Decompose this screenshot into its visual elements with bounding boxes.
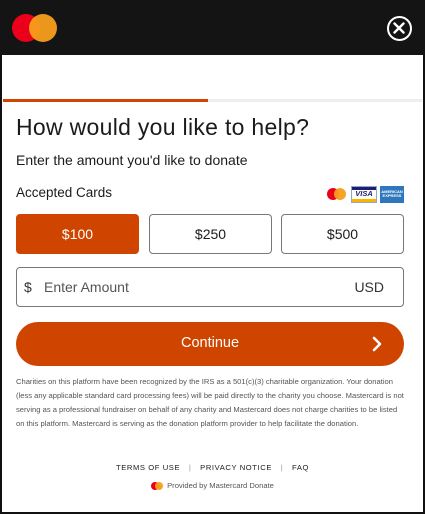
- terms-of-use-link[interactable]: TERMS OF USE: [116, 463, 180, 472]
- provided-by-text: Provided by Mastercard Donate: [167, 481, 274, 490]
- progress-fill: [3, 99, 209, 102]
- amount-option-100[interactable]: $100: [16, 214, 139, 254]
- accepted-cards-icons: VISA AMERICAN EXPRESS: [326, 185, 404, 203]
- footer-separator: |: [188, 463, 192, 472]
- amount-input[interactable]: [44, 274, 344, 300]
- amex-card-icon: AMERICAN EXPRESS: [380, 185, 404, 203]
- page-title: How would you like to help?: [16, 114, 310, 140]
- provided-by: Provided by Mastercard Donate: [0, 481, 425, 490]
- currency-symbol: $: [24, 279, 32, 295]
- custom-amount-field: $ USD: [16, 267, 404, 307]
- footer-separator: |: [280, 463, 284, 472]
- amount-option-250[interactable]: $250: [149, 214, 272, 254]
- accepted-cards-label: Accepted Cards: [16, 185, 113, 200]
- mastercard-logo-icon: [12, 14, 58, 42]
- visa-logo-text: VISA: [355, 189, 373, 198]
- currency-code: USD: [354, 279, 384, 295]
- close-button[interactable]: [387, 16, 412, 41]
- progress-bar: [3, 99, 422, 102]
- disclaimer-text: Charities on this platform have been rec…: [16, 377, 404, 428]
- amount-option-500[interactable]: $500: [281, 214, 404, 254]
- header-bar: [0, 0, 425, 55]
- continue-label: Continue: [180, 335, 240, 351]
- continue-button[interactable]: Continue: [16, 322, 404, 366]
- footer-links: TERMS OF USE | PRIVACY NOTICE | FAQ: [0, 463, 425, 472]
- faq-link[interactable]: FAQ: [292, 463, 309, 472]
- close-icon: [393, 22, 405, 34]
- chevron-right-icon: [372, 336, 382, 352]
- visa-card-icon: VISA: [351, 185, 377, 203]
- privacy-notice-link[interactable]: PRIVACY NOTICE: [200, 463, 272, 472]
- page-subtitle: Enter the amount you'd like to donate: [16, 152, 248, 168]
- mastercard-card-icon: [326, 187, 348, 201]
- mastercard-mini-icon: [151, 481, 164, 490]
- dialog-frame: [0, 0, 425, 514]
